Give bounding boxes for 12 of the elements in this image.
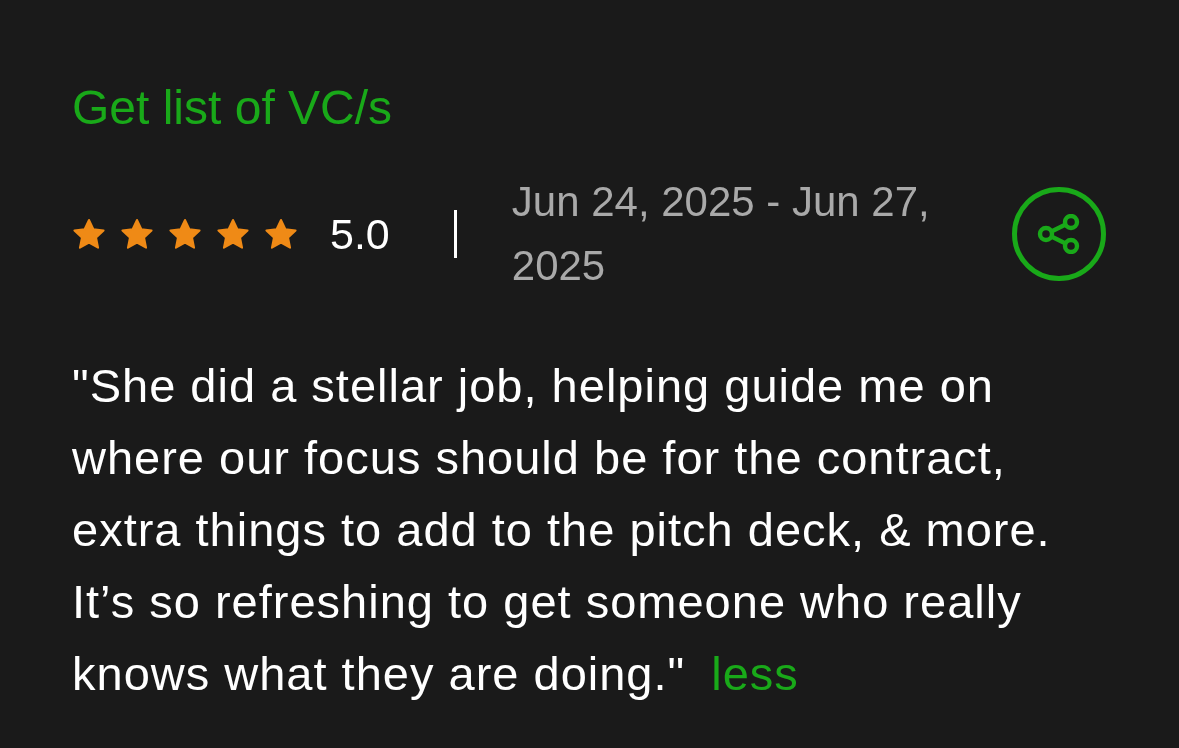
- review-text: "She did a stellar job, helping guide me on where our focus should be for the contract, extra things to add to the pitch deck, & more. It’s so refreshing to get someone who really knows what they are doing." less: [72, 358, 1052, 702]
- share-button[interactable]: [1012, 187, 1106, 281]
- rating-score: 5.0: [330, 209, 390, 259]
- less-link[interactable]: less: [711, 647, 799, 700]
- star-icon: [72, 217, 106, 251]
- share-icon: [1037, 214, 1081, 254]
- star-icon: [216, 217, 250, 251]
- date-range: Jun 24, 2025 - Jun 27, 2025: [511, 177, 931, 291]
- star-icon: [120, 217, 154, 251]
- task-title: Get list of VC/s: [72, 82, 393, 134]
- star-icon: [264, 217, 298, 251]
- star-icon: [168, 217, 202, 251]
